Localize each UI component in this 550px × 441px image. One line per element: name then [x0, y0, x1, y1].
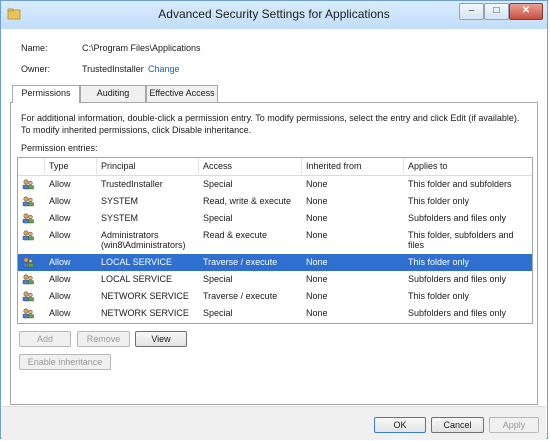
close-button[interactable]: ✕	[509, 3, 543, 20]
column-header-access[interactable]: Access	[203, 161, 232, 171]
column-header-inherited-from[interactable]: Inherited from	[306, 161, 362, 171]
permission-entry-row[interactable]: Allow NETWORK SERVICE Special None Subfolder…	[18, 305, 532, 322]
column-header-type[interactable]: Type	[49, 161, 69, 171]
owner-value: TrustedInstaller	[82, 64, 144, 74]
entry-principal: LOCAL SERVICE	[101, 274, 173, 284]
entry-access: Special	[203, 308, 233, 318]
entry-type: Allow	[49, 179, 71, 189]
column-divider[interactable]	[403, 158, 404, 174]
entry-access: Special	[203, 274, 233, 284]
users-icon	[22, 196, 34, 207]
permission-entry-row[interactable]: Allow LOCAL SERVICE Special None Subfolders …	[18, 271, 532, 288]
name-value: C:\Program Files\Applications	[82, 43, 201, 53]
entry-principal-account: (win8\Administrators)	[101, 240, 186, 250]
entry-principal: SYSTEM	[101, 196, 139, 206]
enable-inheritance-button[interactable]: Enable inheritance	[19, 354, 111, 370]
entry-applies-to: This folder only	[408, 196, 470, 206]
entry-access: Traverse / execute	[203, 291, 278, 301]
entry-access: Traverse / execute	[203, 257, 278, 267]
users-icon	[22, 257, 34, 268]
entry-applies-to: Subfolders and files only	[408, 213, 507, 223]
entry-access: Special	[203, 179, 233, 189]
permission-entry-row[interactable]: Allow NETWORK SERVICE Traverse / execute No…	[18, 288, 532, 305]
column-divider[interactable]	[96, 158, 97, 174]
owner-label: Owner:	[21, 64, 51, 74]
dialog-window: Advanced Security Settings for Applicati…	[0, 0, 548, 440]
list-header: Type Principal Access Inherited from App…	[18, 158, 532, 176]
tab-effective-access[interactable]: Effective Access	[146, 85, 218, 102]
entry-applies-to: Subfolders and files only	[408, 274, 507, 284]
permission-entry-row[interactable]: Allow SYSTEM Read, write & execute None This…	[18, 193, 532, 210]
users-icon	[22, 291, 34, 302]
entry-applies-to: This folder and subfolders	[408, 179, 512, 189]
entry-inherited-from: None	[306, 291, 328, 301]
minimize-button[interactable]: –	[459, 3, 484, 20]
entries-label: Permission entries:	[21, 143, 98, 153]
entry-type: Allow	[49, 213, 71, 223]
entry-principal: SYSTEM	[101, 213, 139, 223]
entry-principal: Administrators	[101, 230, 159, 240]
column-divider[interactable]	[198, 158, 199, 174]
entry-type: Allow	[49, 274, 71, 284]
entry-access: Special	[203, 213, 233, 223]
entry-inherited-from: None	[306, 257, 328, 267]
entry-access: Read & execute	[203, 230, 268, 240]
add-button[interactable]: Add	[19, 331, 71, 347]
entry-type: Allow	[49, 230, 71, 240]
entry-principal: NETWORK SERVICE	[101, 308, 189, 318]
maximize-button[interactable]: □	[484, 3, 509, 20]
entry-applies-to: This folder only	[408, 291, 470, 301]
cancel-button[interactable]: Cancel	[431, 417, 484, 433]
entry-inherited-from: None	[306, 213, 328, 223]
entry-principal: NETWORK SERVICE	[101, 291, 189, 301]
apply-button[interactable]: Apply	[489, 417, 539, 433]
permission-entries-list[interactable]: Type Principal Access Inherited from App…	[17, 157, 533, 324]
entry-type: Allow	[49, 257, 71, 267]
entry-inherited-from: None	[306, 274, 328, 284]
entry-type: Allow	[49, 291, 71, 301]
users-icon	[22, 230, 34, 241]
users-icon	[22, 213, 34, 224]
remove-button[interactable]: Remove	[77, 331, 130, 347]
ok-button[interactable]: OK	[374, 417, 426, 433]
entry-applies-to: Subfolders and files only	[408, 308, 507, 318]
permission-entry-row[interactable]: Allow TrustedInstaller Special None This fol…	[18, 176, 532, 193]
entry-inherited-from: None	[306, 196, 328, 206]
change-owner-link[interactable]: Change	[148, 64, 180, 74]
entry-principal: LOCAL SERVICE	[101, 257, 173, 267]
permission-entry-row[interactable]: Allow SYSTEM Special None Subfolders and fil…	[18, 210, 532, 227]
column-header-applies-to[interactable]: Applies to	[408, 161, 448, 171]
entry-applies-to: This folder, subfolders and files	[408, 230, 514, 250]
description-text: For additional information, double-click…	[21, 113, 520, 135]
column-divider[interactable]	[301, 158, 302, 174]
entry-inherited-from: None	[306, 308, 328, 318]
entry-applies-to: This folder only	[408, 257, 470, 267]
column-divider[interactable]	[44, 158, 45, 174]
permission-entry-row[interactable]: Allow Administrators Read & execute None Thi…	[18, 227, 532, 254]
entry-access: Read, write & execute	[203, 196, 292, 206]
users-icon	[22, 274, 34, 285]
name-label: Name:	[21, 43, 48, 53]
tab-auditing[interactable]: Auditing	[80, 85, 146, 102]
tab-permissions[interactable]: Permissions	[12, 85, 80, 103]
title-bar[interactable]: Advanced Security Settings for Applicati…	[1, 1, 547, 29]
entry-inherited-from: None	[306, 230, 328, 240]
permission-entry-row[interactable]: Allow LOCAL SERVICE Traverse / execute None…	[18, 254, 532, 271]
entry-inherited-from: None	[306, 179, 328, 189]
entry-type: Allow	[49, 196, 71, 206]
view-button[interactable]: View	[135, 331, 187, 347]
users-icon	[22, 308, 34, 319]
users-icon	[22, 179, 34, 190]
entry-principal: TrustedInstaller	[101, 179, 163, 189]
entry-type: Allow	[49, 308, 71, 318]
column-header-principal[interactable]: Principal	[101, 161, 136, 171]
